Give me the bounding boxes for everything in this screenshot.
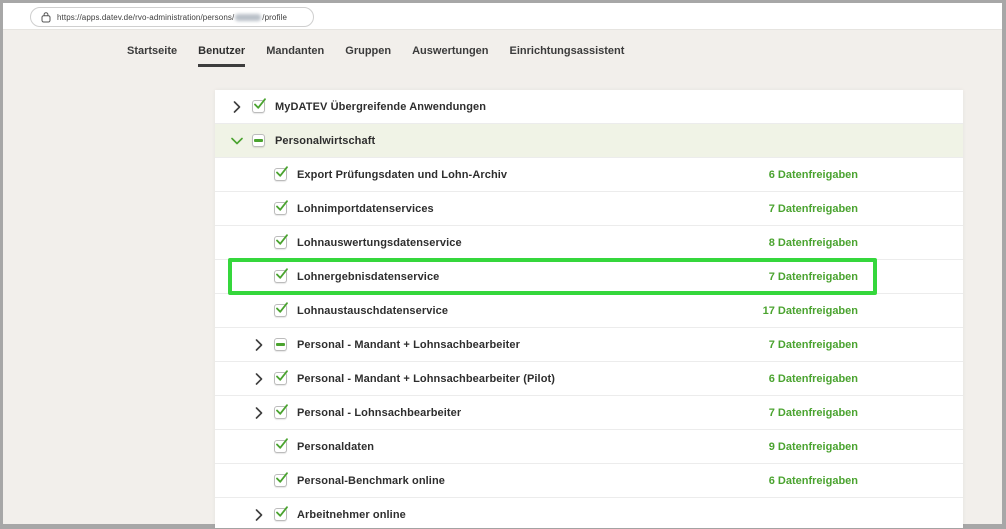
- permission-row: Export Prüfungsdaten und Lohn-Archiv 6 D…: [215, 158, 963, 192]
- permission-label: Lohnauswertungsdatenservice: [297, 237, 769, 249]
- check-icon: [275, 166, 289, 178]
- tab-mandanten[interactable]: Mandanten: [266, 45, 324, 67]
- checkbox[interactable]: [274, 338, 287, 351]
- checkbox[interactable]: [274, 304, 287, 317]
- indeterminate-icon: [254, 139, 263, 142]
- indeterminate-icon: [276, 343, 285, 346]
- checkbox[interactable]: [274, 168, 287, 181]
- url-text: https://apps.datev.de/rvo-administration…: [57, 13, 287, 22]
- chevron-down-icon[interactable]: [230, 134, 244, 148]
- tab-auswertungen[interactable]: Auswertungen: [412, 45, 488, 67]
- datenfreigaben-link[interactable]: 6 Datenfreigaben: [769, 373, 858, 385]
- permission-row: Arbeitnehmer online: [215, 498, 963, 528]
- permission-row: Lohnauswertungsdatenservice 8 Datenfreig…: [215, 226, 963, 260]
- tab-startseite[interactable]: Startseite: [127, 45, 177, 67]
- datenfreigaben-link[interactable]: 7 Datenfreigaben: [769, 407, 858, 419]
- checkbox[interactable]: [274, 270, 287, 283]
- permission-label: Export Prüfungsdaten und Lohn-Archiv: [297, 169, 769, 181]
- datenfreigaben-link[interactable]: 6 Datenfreigaben: [769, 475, 858, 487]
- datenfreigaben-link[interactable]: 7 Datenfreigaben: [769, 203, 858, 215]
- check-icon: [275, 200, 289, 212]
- permission-label: Personal - Lohnsachbearbeiter: [297, 407, 769, 419]
- checkbox[interactable]: [274, 440, 287, 453]
- datenfreigaben-link[interactable]: 17 Datenfreigaben: [763, 305, 858, 317]
- permission-row: Personal - Lohnsachbearbeiter 7 Datenfre…: [215, 396, 963, 430]
- check-icon: [275, 302, 289, 314]
- permission-label: Lohnergebnisdatenservice: [297, 271, 769, 283]
- check-icon: [275, 370, 289, 382]
- permission-row: Personaldaten 9 Datenfreigaben: [215, 430, 963, 464]
- checkbox[interactable]: [274, 406, 287, 419]
- permission-row: Lohnergebnisdatenservice 7 Datenfreigabe…: [215, 260, 963, 294]
- url-suffix: /profile: [262, 13, 287, 22]
- permission-label: MyDATEV Übergreifende Anwendungen: [275, 101, 858, 113]
- check-icon: [275, 438, 289, 450]
- nav-tabs: Startseite Benutzer Mandanten Gruppen Au…: [127, 45, 624, 67]
- datenfreigaben-link[interactable]: 7 Datenfreigaben: [769, 339, 858, 351]
- permission-label: Personal - Mandant + Lohnsachbearbeiter: [297, 339, 769, 351]
- checkbox[interactable]: [274, 508, 287, 521]
- permission-row: Lohnimportdatenservices 7 Datenfreigaben: [215, 192, 963, 226]
- checkbox[interactable]: [274, 372, 287, 385]
- permission-label: Personal - Mandant + Lohnsachbearbeiter …: [297, 373, 769, 385]
- tab-label: Startseite: [127, 45, 177, 57]
- check-icon: [275, 234, 289, 246]
- checkbox[interactable]: [274, 202, 287, 215]
- permission-label: Arbeitnehmer online: [297, 509, 858, 521]
- check-icon: [253, 98, 267, 110]
- permission-row: MyDATEV Übergreifende Anwendungen: [215, 90, 963, 124]
- url-bar[interactable]: https://apps.datev.de/rvo-administration…: [30, 7, 314, 27]
- url-prefix: https://apps.datev.de/rvo-administration…: [57, 13, 234, 22]
- permission-row: Personalwirtschaft: [215, 124, 963, 158]
- permission-row: Personal-Benchmark online 6 Datenfreigab…: [215, 464, 963, 498]
- checkbox[interactable]: [274, 474, 287, 487]
- permissions-panel: MyDATEV Übergreifende Anwendungen Person…: [215, 90, 963, 528]
- permission-label: Lohnimportdatenservices: [297, 203, 769, 215]
- site-info-lock-icon[interactable]: [41, 12, 51, 23]
- check-icon: [275, 268, 289, 280]
- permission-label: Personal-Benchmark online: [297, 475, 769, 487]
- checkbox[interactable]: [252, 134, 265, 147]
- permission-label: Lohnaustauschdatenservice: [297, 305, 763, 317]
- check-icon: [275, 404, 289, 416]
- permission-row: Personal - Mandant + Lohnsachbearbeiter …: [215, 328, 963, 362]
- tab-label: Mandanten: [266, 45, 324, 57]
- tab-label: Benutzer: [198, 45, 245, 57]
- checkbox[interactable]: [274, 236, 287, 249]
- chevron-right-icon[interactable]: [252, 508, 266, 522]
- tab-einrichtungsassistent[interactable]: Einrichtungsassistent: [510, 45, 625, 67]
- checkbox[interactable]: [252, 100, 265, 113]
- tab-benutzer[interactable]: Benutzer: [198, 45, 245, 67]
- permission-row: Personal - Mandant + Lohnsachbearbeiter …: [215, 362, 963, 396]
- tab-gruppen[interactable]: Gruppen: [345, 45, 391, 67]
- chevron-right-icon[interactable]: [252, 338, 266, 352]
- browser-url-strip: https://apps.datev.de/rvo-administration…: [3, 3, 1002, 30]
- datenfreigaben-link[interactable]: 9 Datenfreigaben: [769, 441, 858, 453]
- check-icon: [275, 472, 289, 484]
- permission-label: Personalwirtschaft: [275, 135, 858, 147]
- chevron-right-icon[interactable]: [252, 406, 266, 420]
- permission-label: Personaldaten: [297, 441, 769, 453]
- permission-row: Lohnaustauschdatenservice 17 Datenfreiga…: [215, 294, 963, 328]
- chevron-right-icon[interactable]: [230, 100, 244, 114]
- tab-label: Einrichtungsassistent: [510, 45, 625, 57]
- check-icon: [275, 506, 289, 518]
- datenfreigaben-link[interactable]: 7 Datenfreigaben: [769, 271, 858, 283]
- tab-label: Auswertungen: [412, 45, 488, 57]
- redacted-person-id: [235, 14, 261, 21]
- tab-label: Gruppen: [345, 45, 391, 57]
- chevron-right-icon[interactable]: [252, 372, 266, 386]
- datenfreigaben-link[interactable]: 8 Datenfreigaben: [769, 237, 858, 249]
- datenfreigaben-link[interactable]: 6 Datenfreigaben: [769, 169, 858, 181]
